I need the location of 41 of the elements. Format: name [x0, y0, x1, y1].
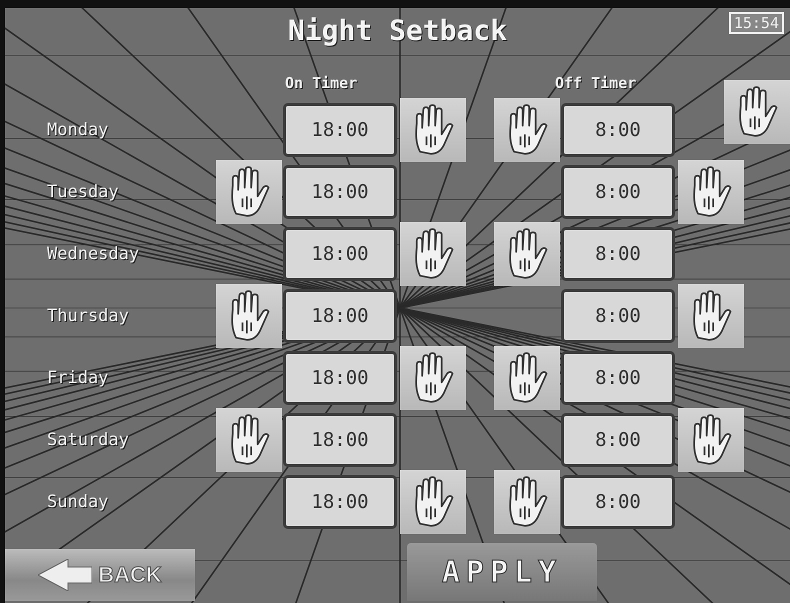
hand-button[interactable]	[400, 98, 466, 162]
time-field[interactable]: 18:00	[283, 351, 397, 405]
screen-title: Night Setback	[288, 14, 508, 46]
hand-button[interactable]	[216, 408, 282, 472]
time-field[interactable]: 18:00	[283, 413, 397, 467]
clock: 15:54	[728, 12, 784, 34]
hand-button[interactable]	[494, 98, 560, 162]
hand-button[interactable]	[494, 222, 560, 286]
hand-button[interactable]	[400, 222, 466, 286]
column-header: Off Timer	[555, 74, 638, 92]
time-field[interactable]: 18:00	[283, 165, 397, 219]
time-field[interactable]: 8:00	[561, 289, 675, 343]
time-field[interactable]: 8:00	[561, 103, 675, 157]
hand-button[interactable]	[678, 408, 744, 472]
column-header: On Timer	[285, 74, 358, 92]
hand-button[interactable]	[678, 284, 744, 348]
time-field[interactable]: 18:00	[283, 227, 397, 281]
time-field[interactable]: 18:00	[283, 103, 397, 157]
day-label: Tuesday	[46, 182, 120, 202]
time-field[interactable]: 18:00	[283, 475, 397, 529]
time-field[interactable]: 8:00	[561, 351, 675, 405]
time-field[interactable]: 8:00	[561, 413, 675, 467]
day-label: Wednesday	[46, 244, 140, 264]
day-label: Saturday	[46, 430, 130, 450]
time-field[interactable]: 8:00	[561, 475, 675, 529]
arrow-left-icon	[38, 559, 92, 591]
day-label: Friday	[46, 368, 110, 388]
hand-button[interactable]	[678, 160, 744, 224]
day-label: Sunday	[46, 492, 110, 512]
hand-button[interactable]	[494, 346, 560, 410]
time-field[interactable]: 8:00	[561, 165, 675, 219]
hand-button[interactable]	[724, 80, 790, 144]
time-field[interactable]: 18:00	[283, 289, 397, 343]
day-label: Thursday	[46, 306, 130, 326]
hand-button[interactable]	[400, 470, 466, 534]
hand-button[interactable]	[216, 284, 282, 348]
time-field[interactable]: 8:00	[561, 227, 675, 281]
hand-button[interactable]	[216, 160, 282, 224]
hand-button[interactable]	[494, 470, 560, 534]
hand-button[interactable]	[400, 346, 466, 410]
day-label: Monday	[46, 120, 110, 140]
